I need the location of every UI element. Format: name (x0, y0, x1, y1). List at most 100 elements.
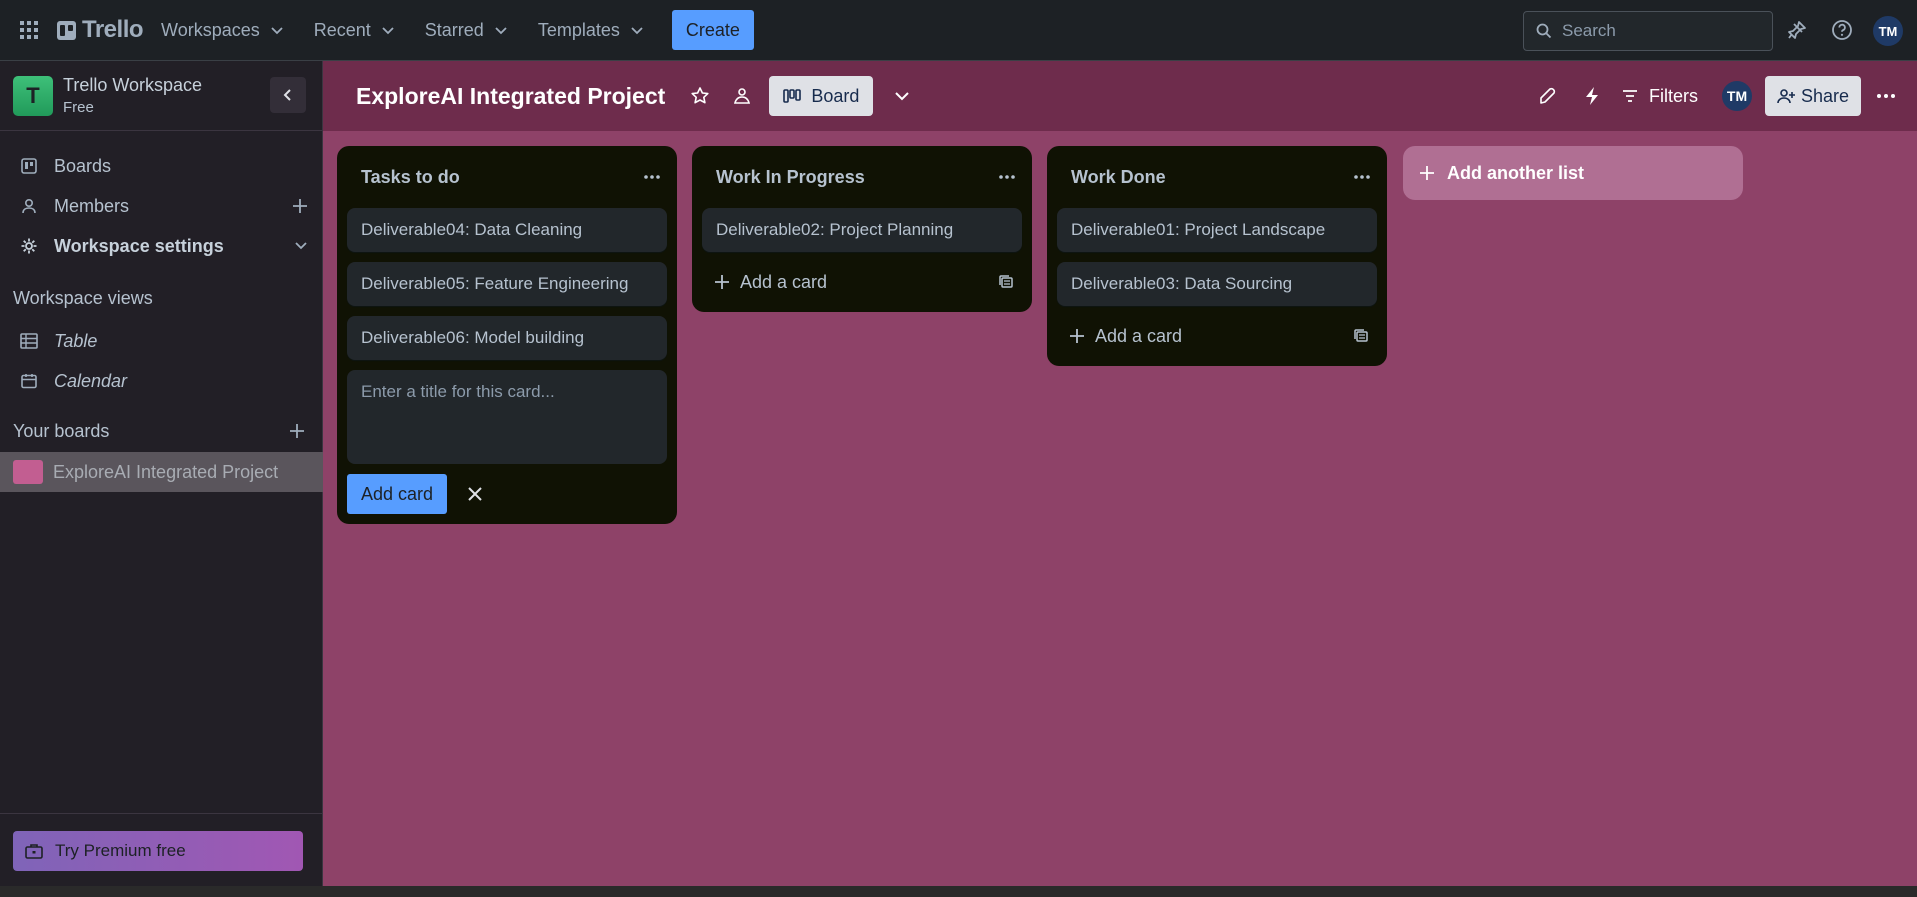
trello-logo-icon (57, 20, 76, 40)
plus-icon[interactable] (291, 197, 309, 215)
nav-starred-button[interactable]: Starred (413, 10, 520, 50)
close-icon[interactable] (463, 482, 487, 506)
help-icon[interactable] (1828, 16, 1856, 44)
sidebar-item-workspace-settings[interactable]: Workspace settings (0, 228, 323, 264)
share-button[interactable]: Share (1765, 76, 1862, 116)
card[interactable]: Deliverable03: Data Sourcing (1057, 262, 1377, 306)
board-header: ExploreAI Integrated Project Board Filte… (323, 61, 1917, 131)
nav-label: Recent (313, 19, 371, 40)
trello-logo[interactable]: Trello (57, 10, 144, 50)
search-icon (1536, 23, 1552, 39)
divider (0, 813, 323, 814)
top-navigation-bar: Trello Workspaces Recent Starred Templat… (0, 0, 1917, 61)
nav-templates-button[interactable]: Templates (526, 10, 656, 50)
sidebar-item-label: Members (54, 195, 130, 216)
board-view-label: Board (811, 85, 860, 106)
create-button[interactable]: Create (671, 10, 754, 50)
notifications-icon[interactable] (1783, 16, 1811, 44)
nav-label: Templates (537, 19, 620, 40)
nav-recent-button[interactable]: Recent (302, 10, 407, 50)
add-a-card-label: Add a card (1095, 325, 1183, 346)
add-a-card-button[interactable]: Add a card (714, 272, 827, 293)
list-menu-icon[interactable] (643, 174, 661, 180)
board-view-button[interactable]: Board (769, 76, 874, 116)
sidebar-item-label: Workspace settings (54, 235, 224, 256)
board-icon (20, 157, 38, 175)
list-title[interactable]: Work Done (1071, 167, 1166, 188)
sidebar-view-table[interactable]: Table (0, 323, 323, 359)
chevron-down-icon (271, 27, 283, 35)
list-title[interactable]: Work In Progress (716, 167, 865, 188)
chevron-left-icon (283, 89, 291, 101)
add-person-icon (1777, 89, 1795, 104)
chevron-down-icon (631, 27, 643, 35)
list-title[interactable]: Tasks to do (361, 167, 460, 188)
gear-icon (20, 237, 38, 255)
filters-label: Filters (1649, 85, 1698, 106)
card-title-input[interactable]: Enter a title for this card... (347, 370, 667, 464)
nav-label: Starred (424, 19, 484, 40)
card[interactable]: Deliverable05: Feature Engineering (347, 262, 667, 306)
template-icon[interactable] (998, 274, 1014, 290)
star-icon[interactable] (683, 79, 717, 113)
nav-workspaces-button[interactable]: Workspaces (149, 10, 296, 50)
add-list-label: Add another list (1447, 162, 1585, 183)
chevron-down-icon[interactable] (293, 237, 309, 253)
list-work-done: Work Done Deliverable01: Project Landsca… (1047, 146, 1387, 366)
card[interactable]: Deliverable04: Data Cleaning (347, 208, 667, 252)
chevron-down-icon (382, 27, 394, 35)
plus-icon (1070, 329, 1084, 343)
board-canvas: ExploreAI Integrated Project Board Filte… (323, 61, 1917, 897)
add-board-plus-icon[interactable] (288, 422, 306, 440)
os-taskbar (0, 886, 1917, 897)
card[interactable]: Deliverable02: Project Planning (702, 208, 1022, 252)
add-another-list-button[interactable]: Add another list (1403, 146, 1743, 200)
sidebar-item-label: Calendar (54, 370, 128, 391)
briefcase-icon (25, 844, 43, 859)
add-a-card-button[interactable]: Add a card (1069, 326, 1182, 347)
app-switcher-icon[interactable] (15, 16, 43, 44)
sidebar-view-calendar[interactable]: Calendar (0, 363, 323, 399)
workspace-name[interactable]: Trello Workspace (63, 75, 202, 96)
board-member-avatar[interactable]: TM (1720, 76, 1754, 116)
power-ups-icon[interactable] (1538, 76, 1558, 116)
board-title[interactable]: ExploreAI Integrated Project (356, 83, 665, 110)
try-premium-button[interactable]: Try Premium free (13, 831, 303, 871)
more-menu-icon[interactable] (1876, 76, 1896, 116)
automation-icon[interactable] (1583, 76, 1601, 116)
filter-icon (1623, 90, 1637, 102)
collapse-sidebar-button[interactable] (270, 77, 306, 113)
sidebar-item-members[interactable]: Members (0, 188, 323, 224)
list-work-in-progress: Work In Progress Deliverable02: Project … (692, 146, 1032, 312)
board-thumbnail (13, 460, 43, 484)
workspace-header: T Trello Workspace Free (0, 61, 322, 131)
search-input[interactable]: Search (1523, 11, 1773, 51)
template-icon[interactable] (1353, 328, 1369, 344)
nav-label: Workspaces (161, 19, 260, 40)
board-view-icon (783, 89, 802, 103)
premium-label: Try Premium free (55, 841, 186, 860)
workspace-plan: Free (63, 99, 94, 116)
add-card-button[interactable]: Add card (347, 474, 448, 514)
card[interactable]: Deliverable01: Project Landscape (1057, 208, 1377, 252)
card[interactable]: Deliverable06: Model building (347, 316, 667, 360)
list-menu-icon[interactable] (1353, 174, 1371, 180)
sidebar-item-label: Table (54, 330, 98, 351)
your-boards-heading: Your boards (13, 421, 110, 441)
sidebar: T Trello Workspace Free Boards Members W… (0, 61, 323, 897)
sidebar-board-item[interactable]: ExploreAI Integrated Project (0, 452, 323, 492)
list-menu-icon[interactable] (998, 174, 1016, 180)
sidebar-board-label: ExploreAI Integrated Project (53, 461, 279, 482)
chevron-down-icon[interactable] (885, 79, 919, 113)
calendar-icon (20, 372, 38, 390)
table-icon (20, 332, 38, 350)
workspace-avatar[interactable]: T (13, 75, 53, 116)
sidebar-item-boards[interactable]: Boards (0, 148, 323, 184)
filters-button[interactable]: Filters (1621, 76, 1698, 116)
workspace-views-heading: Workspace views (13, 288, 153, 308)
visibility-icon[interactable] (725, 79, 759, 113)
person-icon (20, 197, 38, 215)
sidebar-item-label: Boards (54, 155, 112, 176)
user-avatar[interactable]: TM (1873, 16, 1903, 46)
plus-icon (715, 275, 729, 289)
